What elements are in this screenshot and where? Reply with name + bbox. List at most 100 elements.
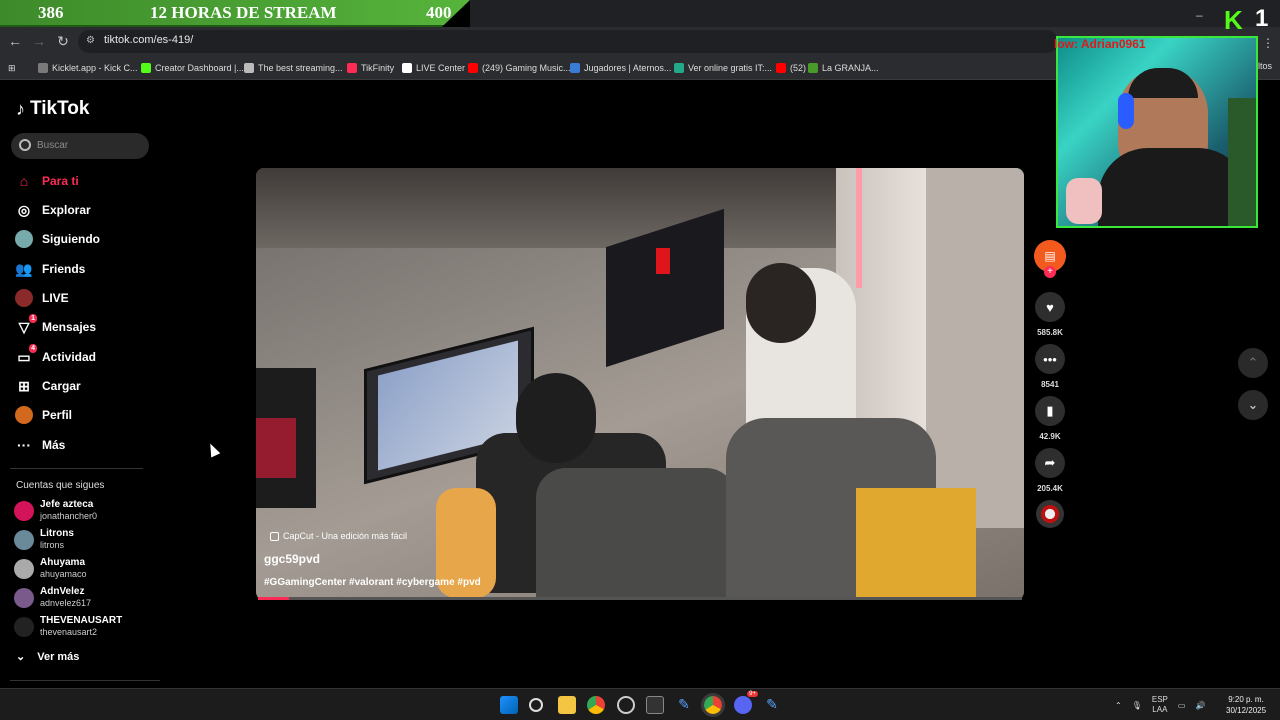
following-account-item[interactable]: Litrons litrons	[14, 528, 74, 551]
following-account-item[interactable]: Jefe azteca jonathancher0	[14, 499, 97, 522]
overlay-title: 12 HORAS DE STREAM	[150, 3, 337, 22]
bookmark-favicon-icon	[402, 63, 412, 73]
address-bar[interactable]: ⚙ tiktok.com/es-419/	[78, 30, 1058, 53]
bookmark-item[interactable]: Kicklet.app - Kick C...	[38, 61, 138, 75]
reload-icon[interactable]: ↻	[54, 32, 72, 50]
kick-logo: K	[1224, 5, 1243, 35]
following-account-item[interactable]: AdnVelez adnvelez617	[14, 586, 91, 609]
save-count: 42.9K	[1039, 432, 1061, 441]
friends-icon: 👥	[15, 260, 33, 277]
avatar	[14, 500, 34, 521]
avatar	[14, 587, 34, 608]
file-explorer-icon[interactable]	[558, 696, 576, 714]
bookmark-item[interactable]: TikFinity	[347, 61, 394, 75]
chrome-active-icon[interactable]	[701, 693, 725, 717]
following-account-item[interactable]: THEVENAUSART thevenausart2	[14, 615, 122, 638]
microphone-icon[interactable]: 🎙	[1132, 701, 1142, 710]
windows-taskbar: ✎ 9+ ✎ ⌃ 🎙 ESP LAA ▭ 🔊 9:20 p. m. 30/12/…	[0, 688, 1280, 720]
terminal-icon[interactable]	[646, 696, 664, 714]
bookmark-item[interactable]: La GRANJA...	[808, 61, 879, 75]
bookmark-label: The best streaming...	[258, 63, 343, 73]
tiktok-note-icon: ♪	[16, 98, 25, 119]
sidebar-item-mensajes[interactable]: ▽ 1 Mensajes	[15, 314, 97, 336]
capcut-text: CapCut - Una edición más fácil	[283, 531, 408, 541]
chevron-up-icon[interactable]: ⌃	[1115, 701, 1122, 710]
sidebar-item-label: Mensajes	[42, 320, 97, 334]
discord-icon[interactable]: 9+	[734, 691, 758, 714]
follow-plus-icon[interactable]: +	[1044, 266, 1056, 278]
bookmark-favicon-icon	[570, 63, 580, 73]
chrome-icon[interactable]	[587, 696, 605, 714]
sidebar-item-friends[interactable]: 👥 Friends	[15, 260, 85, 278]
sidebar-item-cargar[interactable]: ⊞ Cargar	[15, 377, 81, 395]
start-icon[interactable]	[500, 696, 518, 714]
pen-icon[interactable]: ✎	[763, 696, 781, 714]
account-username: jonathancher0	[40, 511, 98, 521]
account-username: thevenausart2	[40, 627, 98, 637]
sidebar-item-live[interactable]: LIVE	[15, 289, 69, 307]
notification-badge: 1	[29, 314, 37, 323]
like-button[interactable]: ♥ 585.8K	[1035, 292, 1065, 337]
bookmark-favicon-icon	[38, 63, 48, 73]
pen-icon[interactable]: ✎	[675, 696, 693, 714]
bookmark-favicon-icon	[808, 63, 818, 73]
bookmark-item[interactable]: Ver online gratis IT:...	[674, 61, 772, 75]
bookmarks-overflow[interactable]: ltos	[1258, 61, 1272, 71]
search-input[interactable]: Buscar	[11, 133, 149, 159]
avatar	[14, 558, 34, 579]
avatar	[14, 529, 34, 550]
bookmark-label: (249) Gaming Music...	[482, 63, 571, 73]
minimize-icon[interactable]: –	[1196, 8, 1210, 22]
back-icon[interactable]: ←	[6, 32, 24, 50]
bookmark-item[interactable]: Creator Dashboard |...	[141, 61, 244, 75]
following-avatar	[15, 230, 33, 248]
live-avatar	[15, 289, 33, 307]
like-count: 585.8K	[1037, 328, 1063, 337]
bookmark-favicon-icon	[244, 63, 254, 73]
music-disc-icon[interactable]	[1036, 500, 1064, 528]
sidebar-item-label: Explorar	[42, 203, 91, 217]
bookmark-item[interactable]: (249) Gaming Music...	[468, 61, 571, 75]
site-info-icon[interactable]: ⚙	[86, 35, 98, 47]
sidebar-item-perfil[interactable]: Perfil	[15, 406, 72, 424]
chevron-down-icon: ⌄	[16, 651, 26, 663]
forward-icon[interactable]: →	[30, 32, 48, 50]
avatar	[14, 616, 34, 637]
bookmark-favicon-icon	[674, 63, 684, 73]
tiktok-logo-text: TikTok	[30, 98, 90, 119]
sidebar-item-actividad[interactable]: ▭ 4 Actividad	[15, 344, 96, 366]
save-button[interactable]: ▮ 42.9K	[1035, 396, 1065, 441]
see-more-button[interactable]: ⌄ Ver más	[16, 650, 79, 664]
overlay-left-number: 386	[38, 3, 64, 22]
apps-icon[interactable]: ⊞	[8, 61, 16, 75]
network-icon[interactable]: ▭	[1178, 701, 1186, 710]
language-indicator[interactable]: ESP LAA	[1152, 695, 1168, 715]
tiktok-logo[interactable]: ♪ TikTok	[16, 98, 89, 120]
previous-video-button[interactable]: ⌃	[1238, 348, 1268, 378]
bookmark-item[interactable]: Jugadores | Aternos...	[570, 61, 671, 75]
bookmark-item[interactable]: (52)	[776, 61, 806, 75]
video-hashtags[interactable]: #GGamingCenter #valorant #cybergame #pvd	[264, 577, 481, 588]
volume-icon[interactable]: 🔊	[1195, 701, 1205, 710]
share-button[interactable]: ➦ 205.4K	[1035, 448, 1065, 493]
bookmark-favicon-icon	[141, 63, 151, 73]
sidebar-item-para-ti[interactable]: ⌂ Para ti	[15, 172, 79, 190]
sidebar-item-explorar[interactable]: ◎ Explorar	[15, 201, 91, 219]
obs-icon[interactable]	[617, 696, 635, 714]
video-author[interactable]: ggc59pvd	[264, 552, 320, 566]
comment-button[interactable]: ••• 8541	[1035, 344, 1065, 389]
bookmark-favicon-icon	[347, 63, 357, 73]
account-name: Jefe azteca	[40, 499, 94, 510]
sidebar-item-siguiendo[interactable]: Siguiendo	[15, 230, 100, 248]
sidebar-item-más[interactable]: ··· Más	[15, 436, 65, 454]
sidebar-item-label: Perfil	[42, 408, 73, 422]
bookmark-item[interactable]: The best streaming...	[244, 61, 343, 75]
menu-icon[interactable]: ⋮	[1262, 36, 1274, 50]
next-video-button[interactable]: ⌄	[1238, 390, 1268, 420]
bookmark-item[interactable]: LIVE Center	[402, 61, 465, 75]
search-icon[interactable]	[529, 698, 543, 712]
clock[interactable]: 9:20 p. m. 30/12/2025	[1226, 694, 1266, 716]
video-progress-bar[interactable]	[258, 597, 1022, 600]
following-account-item[interactable]: Ahuyama ahuyamaco	[14, 557, 87, 580]
url-text: tiktok.com/es-419/	[104, 34, 194, 46]
